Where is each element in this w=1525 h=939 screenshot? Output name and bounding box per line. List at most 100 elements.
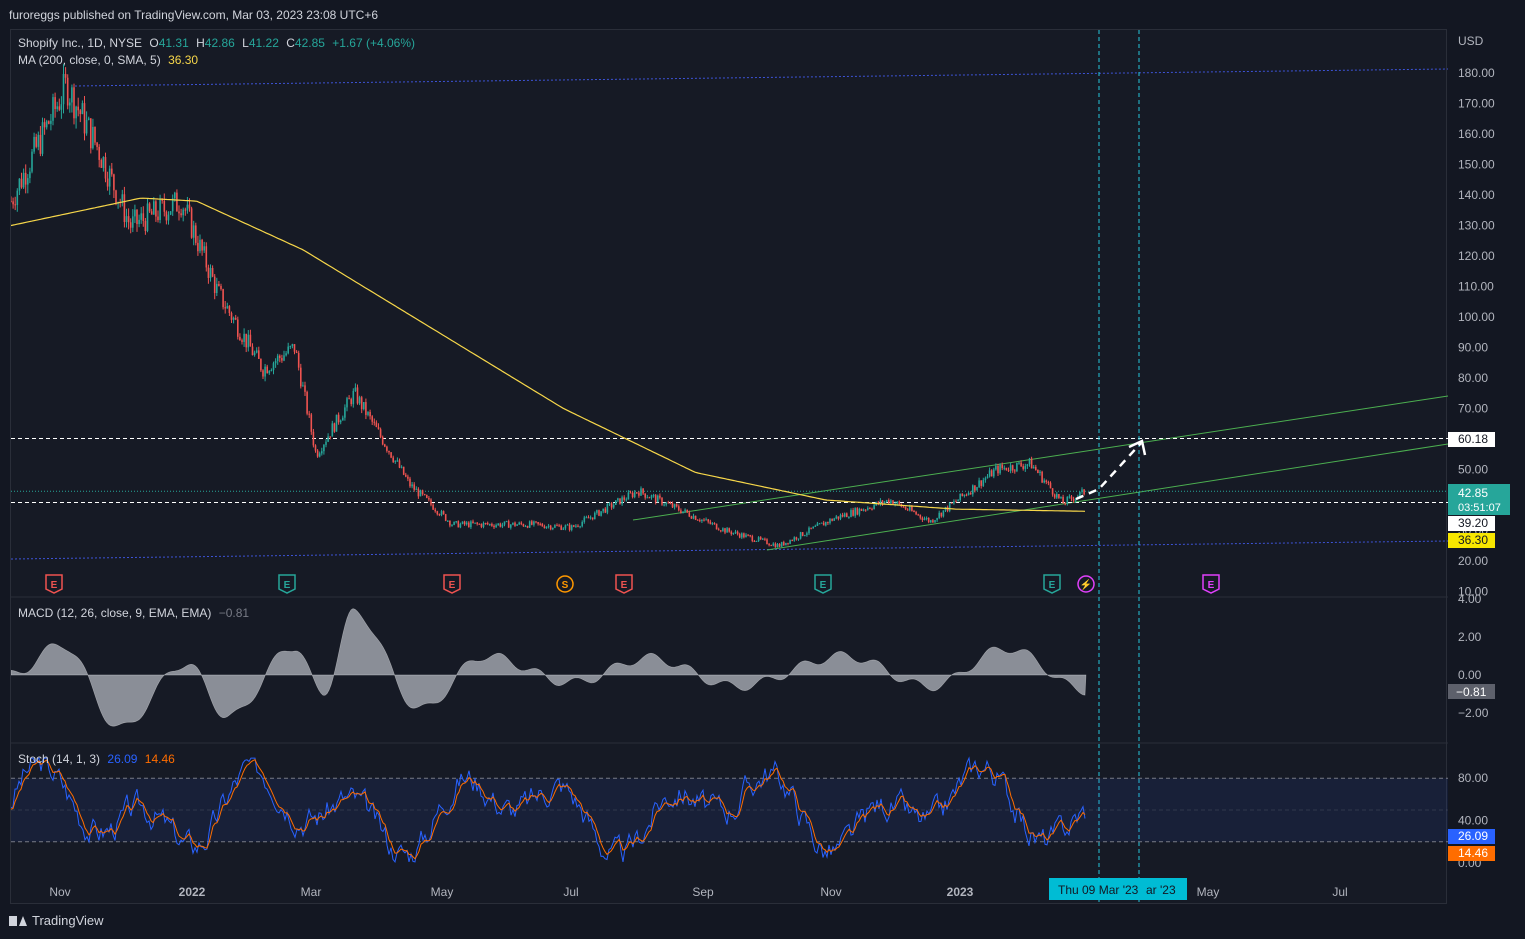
candle-body [476,522,478,524]
chart-area[interactable]: 180.00 170.00 160.00 150.00 140.00 130.00 120.… [10,29,1510,905]
candle-body [1066,496,1069,504]
candle-body [329,436,331,438]
candle-body [297,352,300,368]
upper-range-line [74,68,1449,87]
candle-body [132,216,134,228]
candle-body [612,504,615,508]
candle-body [948,502,951,511]
candle-body [344,407,346,418]
candle-body [795,537,798,540]
candle-body [549,525,552,530]
candle-body [804,535,806,537]
candle-body [957,499,959,502]
candle-body [373,421,376,423]
candle-body [919,514,922,518]
candle-body [430,499,432,505]
candle-body [428,497,430,500]
candle-body [843,513,846,517]
event-marker-label: E [820,580,827,591]
candle-body [314,445,317,451]
candle-body [14,204,16,206]
candle-body [11,201,12,203]
time-axis-label: May [431,885,454,899]
candle-body [371,416,373,422]
candle-body [209,268,212,278]
candle-body [438,514,441,516]
candle-body [356,387,359,404]
macd-label: MACD (12, 26, close, 9, EMA, EMA) [18,606,212,620]
candle-body [157,216,159,221]
stoch-legend[interactable]: Stoch (14, 1, 3) 26.09 14.46 [18,752,179,766]
candle-body [831,518,833,521]
chart-canvas[interactable]: 180.00 170.00 160.00 150.00 140.00 130.00 120.… [11,30,1525,910]
candle-body [705,519,707,521]
candle-body [896,501,898,504]
candle-body [573,525,575,527]
candle-body [182,209,184,216]
candle-body [155,201,157,217]
candle-body [18,178,21,191]
candle-body [245,333,247,348]
candle-body [1028,458,1031,465]
candle-body [104,157,107,179]
candle-body [474,522,476,524]
candle-body [940,512,943,517]
candle-body [751,536,754,541]
lower-range-line [11,540,1449,560]
candle-body [323,444,325,452]
candle-body [600,511,602,516]
candle-body [419,490,422,497]
candle-body [984,478,987,480]
candle-body [684,509,686,512]
candle-body [449,520,451,526]
candle-body [974,485,976,491]
candle-body [581,521,583,527]
candle-body [675,504,678,507]
candle-body [969,493,972,495]
candle-body [827,521,829,524]
candle-body [818,523,821,525]
candle-body [163,200,166,212]
candle-body [902,506,905,508]
candle-body [287,346,289,354]
candle-body [293,344,296,352]
candle-body [778,543,781,547]
macd-legend[interactable]: MACD (12, 26, close, 9, EMA, EMA) −0.81 [18,606,253,620]
candle-body [478,523,481,525]
candle-body [722,528,724,531]
candle-body [144,220,147,232]
candle-body [499,523,502,527]
candle-body [41,122,44,154]
candle-body [426,494,428,498]
candle-body [224,307,226,309]
macd-axis-label: 2.00 [1458,630,1482,644]
candle-body [654,495,657,503]
candle-body [709,521,712,524]
candle-body [686,509,688,513]
time-axis-label: Sep [692,885,714,899]
candle-body [524,526,527,528]
ma-legend[interactable]: MA (200, close, 0, SMA, 5) 36.30 [18,53,202,67]
candle-body [667,502,670,504]
candle-body [917,514,919,516]
candle-body [31,151,33,172]
candle-body [266,366,268,374]
candle-body [993,469,995,477]
candle-body [602,508,604,512]
candle-body [388,450,390,453]
candle-body [629,492,632,494]
candle-body [762,538,764,540]
candle-body [60,104,63,110]
candle-body [583,517,586,522]
candle-body [197,242,199,252]
candle-body [167,214,170,221]
stoch-k-value: 26.09 [107,752,138,766]
candle-body [283,355,285,361]
candle-body [554,525,556,528]
candle-body [772,543,775,546]
macd-histogram [11,608,1087,727]
candle-body [52,97,54,121]
candle-body [904,507,907,510]
price-axis-label: 140.00 [1458,188,1495,202]
symbol-label[interactable]: Shopify Inc., 1D, NYSE [18,36,142,50]
